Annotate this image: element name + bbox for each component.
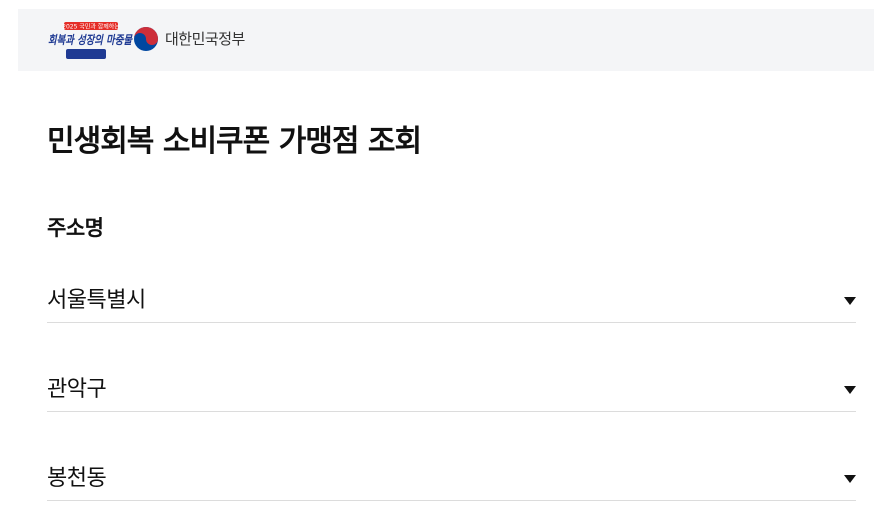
site-header: 2025 국민과 함께하는 회복과 성장의 마중물 대한민국정부 (18, 9, 874, 71)
campaign-logo[interactable]: 2025 국민과 함께하는 회복과 성장의 마중물 (46, 22, 136, 60)
government-name[interactable]: 대한민국정부 (165, 29, 245, 49)
province-select[interactable]: 서울특별시 (47, 282, 856, 323)
district-select[interactable]: 관악구 (47, 371, 856, 412)
neighborhood-select-value: 봉천동 (47, 466, 107, 491)
campaign-logo-text: 회복과 성장의 마중물 (48, 33, 134, 47)
triangle-down-icon (844, 475, 856, 483)
neighborhood-select[interactable]: 봉천동 (47, 460, 856, 501)
triangle-down-icon (844, 297, 856, 305)
province-select-value: 서울특별시 (47, 288, 146, 313)
address-label: 주소명 (47, 216, 104, 240)
campaign-logo-subtext: 2025 국민과 함께하는 (62, 23, 120, 31)
taegeuk-emblem-icon (133, 26, 159, 52)
district-select-value: 관악구 (47, 377, 107, 402)
page-title: 민생회복 소비쿠폰 가맹점 조회 (47, 124, 422, 159)
triangle-down-icon (844, 386, 856, 394)
campaign-logo-graphic: 2025 국민과 함께하는 회복과 성장의 마중물 (48, 22, 134, 59)
